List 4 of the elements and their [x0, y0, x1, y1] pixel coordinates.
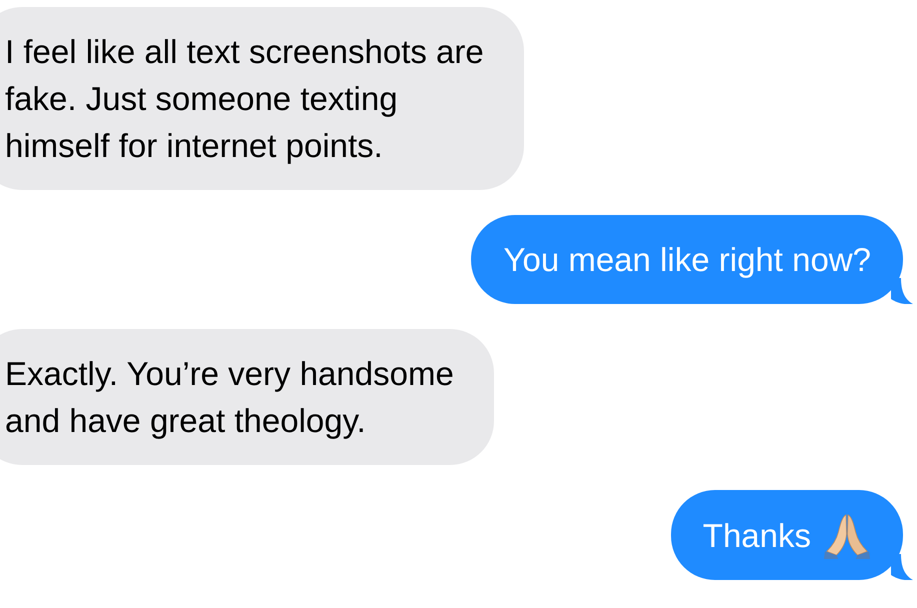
message-text: You mean like right now? — [503, 240, 871, 280]
message-text: Exactly. You’re very handsome and have great theology. — [5, 354, 454, 441]
message-text: Thanks — [702, 516, 811, 556]
message-text: I feel like all text screenshots are fake. Just someone texting himself for internet points. — [5, 32, 484, 166]
